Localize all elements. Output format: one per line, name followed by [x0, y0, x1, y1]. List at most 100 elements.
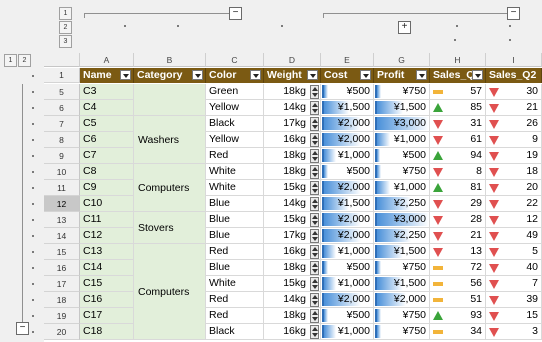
name-cell[interactable]: C13 — [80, 244, 134, 260]
weight-spinner-icon[interactable] — [310, 245, 319, 259]
weight-spinner-icon[interactable] — [310, 197, 319, 211]
cost-cell[interactable]: ¥1,000 — [321, 276, 374, 292]
filter-dropdown-icon[interactable] — [472, 70, 483, 80]
filter-dropdown-icon[interactable] — [192, 70, 203, 80]
profit-cell[interactable]: ¥750 — [374, 164, 430, 180]
profit-cell[interactable]: ¥500 — [374, 148, 430, 164]
category-cell[interactable]: Computers — [134, 244, 206, 340]
cost-cell[interactable]: ¥2,000 — [321, 132, 374, 148]
cost-cell[interactable]: ¥500 — [321, 308, 374, 324]
profit-cell[interactable]: ¥750 — [374, 84, 430, 100]
column-header-i[interactable]: I — [486, 53, 542, 67]
column-header-a[interactable]: A — [80, 53, 134, 67]
cost-cell[interactable]: ¥2,000 — [321, 228, 374, 244]
name-cell[interactable]: C14 — [80, 260, 134, 276]
filter-dropdown-icon[interactable] — [416, 70, 427, 80]
cost-cell[interactable]: ¥1,000 — [321, 324, 374, 340]
row-header[interactable]: 19 — [44, 308, 80, 324]
row-header[interactable]: 8 — [44, 132, 80, 148]
row-outline-level-2-button[interactable]: 2 — [18, 54, 31, 67]
category-cell[interactable]: Stovers — [134, 212, 206, 244]
name-cell[interactable]: C4 — [80, 100, 134, 116]
name-cell[interactable]: C10 — [80, 196, 134, 212]
column-header-d[interactable]: D — [264, 53, 321, 67]
row-header[interactable]: 5 — [44, 84, 80, 100]
collapse-column-group-button[interactable]: − — [229, 7, 242, 20]
row-header[interactable]: 16 — [44, 260, 80, 276]
category-cell[interactable]: Washers — [134, 116, 206, 164]
filter-dropdown-icon[interactable] — [250, 70, 261, 80]
column-header-g[interactable]: G — [374, 53, 430, 67]
color-cell[interactable]: Blue — [206, 196, 264, 212]
cost-cell[interactable]: ¥2,000 — [321, 292, 374, 308]
profit-cell[interactable]: ¥2,250 — [374, 196, 430, 212]
profit-cell[interactable]: ¥1,500 — [374, 100, 430, 116]
profit-cell[interactable]: ¥1,500 — [374, 276, 430, 292]
name-cell[interactable]: C7 — [80, 148, 134, 164]
cost-cell[interactable]: ¥2,000 — [321, 212, 374, 228]
column-header-e[interactable]: E — [321, 53, 374, 67]
cost-cell[interactable]: ¥1,000 — [321, 148, 374, 164]
weight-spinner-icon[interactable] — [310, 133, 319, 147]
weight-spinner-icon[interactable] — [310, 229, 319, 243]
row-header[interactable]: 12 — [44, 196, 80, 212]
profit-cell[interactable]: ¥750 — [374, 308, 430, 324]
row-header[interactable]: 14 — [44, 228, 80, 244]
name-cell[interactable]: C3 — [80, 84, 134, 100]
column-header-b[interactable]: B — [134, 53, 206, 67]
cost-cell[interactable]: ¥1,000 — [321, 244, 374, 260]
cost-cell[interactable]: ¥2,000 — [321, 180, 374, 196]
name-cell[interactable]: C9 — [80, 180, 134, 196]
expand-column-group-button[interactable]: + — [398, 21, 411, 34]
row-header[interactable]: 7 — [44, 116, 80, 132]
color-cell[interactable]: Blue — [206, 212, 264, 228]
name-cell[interactable]: C12 — [80, 228, 134, 244]
select-all-corner[interactable] — [44, 53, 80, 67]
filter-dropdown-icon[interactable] — [120, 70, 131, 80]
name-cell[interactable]: C17 — [80, 308, 134, 324]
row-header[interactable]: 6 — [44, 100, 80, 116]
color-cell[interactable]: White — [206, 164, 264, 180]
name-cell[interactable]: C16 — [80, 292, 134, 308]
profit-cell[interactable]: ¥2,000 — [374, 292, 430, 308]
color-cell[interactable]: Blue — [206, 228, 264, 244]
weight-spinner-icon[interactable] — [310, 149, 319, 163]
row-header[interactable]: 18 — [44, 292, 80, 308]
row-header[interactable]: 15 — [44, 244, 80, 260]
weight-spinner-icon[interactable] — [310, 325, 319, 339]
weight-spinner-icon[interactable] — [310, 117, 319, 131]
profit-cell[interactable]: ¥3,000 — [374, 212, 430, 228]
color-cell[interactable]: Red — [206, 292, 264, 308]
color-cell[interactable]: Red — [206, 308, 264, 324]
cost-cell[interactable]: ¥500 — [321, 164, 374, 180]
column-outline-level-3-button[interactable]: 3 — [59, 35, 72, 48]
collapse-column-group-button[interactable]: − — [507, 7, 520, 20]
row-outline-level-1-button[interactable]: 1 — [4, 54, 17, 67]
color-cell[interactable]: Black — [206, 324, 264, 340]
column-outline-level-1-button[interactable]: 1 — [59, 7, 72, 20]
color-cell[interactable]: Black — [206, 116, 264, 132]
name-cell[interactable]: C6 — [80, 132, 134, 148]
row-header[interactable]: 20 — [44, 324, 80, 340]
profit-cell[interactable]: ¥750 — [374, 260, 430, 276]
weight-spinner-icon[interactable] — [310, 165, 319, 179]
name-cell[interactable]: C5 — [80, 116, 134, 132]
profit-cell[interactable]: ¥750 — [374, 324, 430, 340]
name-cell[interactable]: C18 — [80, 324, 134, 340]
name-cell[interactable]: C11 — [80, 212, 134, 228]
row-header[interactable]: 1 — [44, 68, 80, 83]
name-cell[interactable]: C8 — [80, 164, 134, 180]
color-cell[interactable]: White — [206, 180, 264, 196]
cost-cell[interactable]: ¥1,500 — [321, 196, 374, 212]
filter-dropdown-icon[interactable] — [360, 70, 371, 80]
color-cell[interactable]: Green — [206, 84, 264, 100]
weight-spinner-icon[interactable] — [310, 277, 319, 291]
column-header-h[interactable]: H — [430, 53, 486, 67]
profit-cell[interactable]: ¥2,250 — [374, 228, 430, 244]
cost-cell[interactable]: ¥500 — [321, 84, 374, 100]
color-cell[interactable]: White — [206, 276, 264, 292]
column-outline-level-2-button[interactable]: 2 — [59, 21, 72, 34]
color-cell[interactable]: Yellow — [206, 100, 264, 116]
profit-cell[interactable]: ¥3,000 — [374, 116, 430, 132]
weight-spinner-icon[interactable] — [310, 213, 319, 227]
